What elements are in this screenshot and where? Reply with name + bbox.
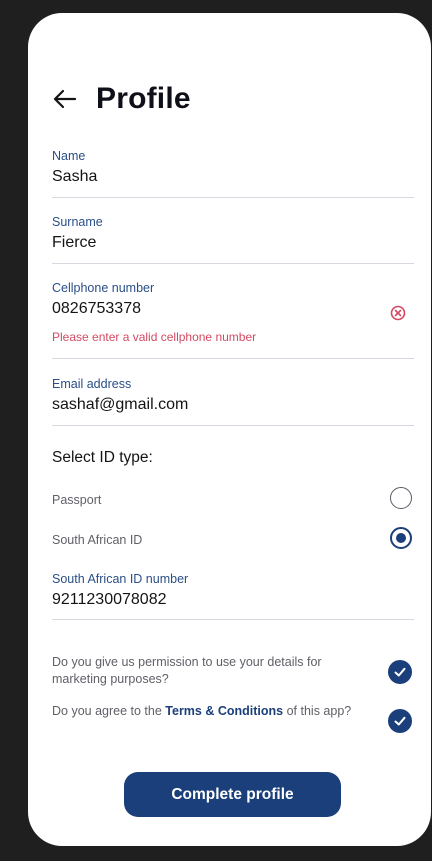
email-label: Email address — [52, 377, 132, 391]
id-type-option-south-african-id[interactable]: South African ID — [52, 527, 414, 555]
email-value: sashaf@gmail.com — [52, 396, 189, 413]
page-title: Profile — [96, 82, 191, 115]
checkmark-icon — [394, 716, 406, 726]
marketing-consent-row: Do you give us permission to use your de… — [52, 654, 414, 690]
error-circle-icon — [390, 305, 406, 321]
email-field[interactable]: Email address sashaf@gmail.com — [52, 375, 414, 426]
page-header: Profile — [52, 79, 191, 119]
back-arrow-icon[interactable] — [52, 86, 78, 112]
marketing-consent-text: Do you give us permission to use your de… — [52, 655, 322, 686]
terms-text-after: of this app? — [283, 704, 352, 718]
name-label: Name — [52, 149, 86, 163]
cellphone-value: 0826753378 — [52, 300, 141, 317]
terms-consent-checkbox[interactable] — [388, 709, 412, 733]
terms-consent-text: Do you agree to the Terms & Conditions o… — [52, 703, 357, 720]
id-number-label: South African ID number — [52, 572, 189, 586]
name-field[interactable]: Name Sasha — [52, 147, 414, 198]
surname-label: Surname — [52, 215, 103, 229]
passport-radio[interactable] — [390, 487, 412, 509]
complete-profile-button[interactable]: Complete profile — [124, 772, 341, 817]
cellphone-field[interactable]: Cellphone number 0826753378 Please enter… — [52, 279, 414, 359]
cellphone-label: Cellphone number — [52, 281, 155, 295]
name-value: Sasha — [52, 168, 98, 185]
cellphone-error-message: Please enter a valid cellphone number — [52, 330, 257, 344]
surname-field[interactable]: Surname Fierce — [52, 213, 414, 264]
phone-screen: Profile Name Sasha Surname Fierce Cellph… — [28, 13, 431, 846]
id-number-value: 9211230078082 — [52, 591, 167, 608]
south-african-id-label: South African ID — [52, 533, 143, 547]
checkmark-icon — [394, 667, 406, 677]
id-type-title: Select ID type: — [52, 449, 153, 466]
marketing-consent-checkbox[interactable] — [388, 660, 412, 684]
id-type-option-passport[interactable]: Passport — [52, 487, 414, 515]
south-african-id-radio[interactable] — [390, 527, 412, 549]
terms-text-before: Do you agree to the — [52, 704, 166, 718]
surname-value: Fierce — [52, 234, 97, 251]
terms-consent-row: Do you agree to the Terms & Conditions o… — [52, 703, 414, 739]
terms-conditions-link[interactable]: Terms & Conditions — [165, 704, 283, 718]
id-number-field[interactable]: South African ID number 9211230078082 — [52, 570, 414, 620]
passport-label: Passport — [52, 493, 102, 507]
